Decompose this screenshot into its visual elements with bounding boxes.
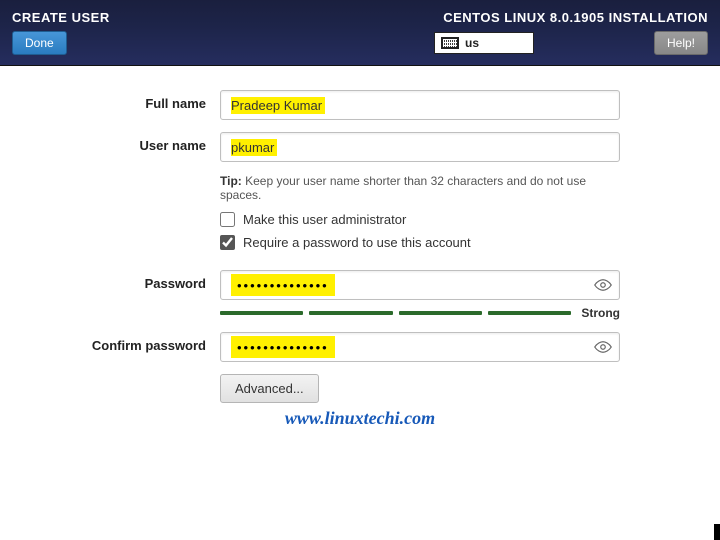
password-input[interactable]: ••••••••••••••: [220, 270, 620, 300]
watermark-text: www.linuxtechi.com: [0, 408, 720, 429]
eye-icon[interactable]: [594, 279, 612, 291]
terminal-cursor-icon: [714, 524, 720, 540]
require-password-checkbox[interactable]: [220, 235, 235, 250]
password-label: Password: [0, 270, 220, 291]
full-name-value: Pradeep Kumar: [231, 97, 325, 114]
admin-checkbox[interactable]: [220, 212, 235, 227]
confirm-password-label: Confirm password: [0, 332, 220, 353]
confirm-password-input[interactable]: ••••••••••••••: [220, 332, 620, 362]
confirm-password-value-masked: ••••••••••••••: [231, 336, 335, 358]
password-value-masked: ••••••••••••••: [231, 274, 335, 296]
eye-icon[interactable]: [594, 341, 612, 353]
help-button[interactable]: Help!: [654, 31, 708, 55]
full-name-label: Full name: [0, 90, 220, 111]
admin-checkbox-label: Make this user administrator: [243, 212, 406, 227]
user-name-label: User name: [0, 132, 220, 153]
advanced-button[interactable]: Advanced...: [220, 374, 319, 403]
admin-checkbox-row[interactable]: Make this user administrator: [220, 212, 620, 227]
require-password-checkbox-row[interactable]: Require a password to use this account: [220, 235, 620, 250]
username-tip: Tip: Keep your user name shorter than 32…: [220, 174, 620, 202]
user-name-value: pkumar: [231, 139, 277, 156]
header-bar: CREATE USER Done CENTOS LINUX 8.0.1905 I…: [0, 0, 720, 66]
keyboard-icon: [441, 37, 459, 49]
full-name-input[interactable]: Pradeep Kumar: [220, 90, 620, 120]
keyboard-layout-value: us: [465, 36, 479, 50]
keyboard-layout-selector[interactable]: us: [434, 32, 534, 54]
user-name-input[interactable]: pkumar: [220, 132, 620, 162]
done-button[interactable]: Done: [12, 31, 67, 55]
create-user-form: Full name Pradeep Kumar User name pkumar…: [0, 66, 720, 403]
installer-title: CENTOS LINUX 8.0.1905 INSTALLATION: [443, 10, 708, 25]
page-title: CREATE USER: [12, 10, 110, 25]
password-strength-label: Strong: [581, 306, 620, 320]
password-strength-meter: Strong: [220, 306, 620, 320]
require-password-checkbox-label: Require a password to use this account: [243, 235, 471, 250]
